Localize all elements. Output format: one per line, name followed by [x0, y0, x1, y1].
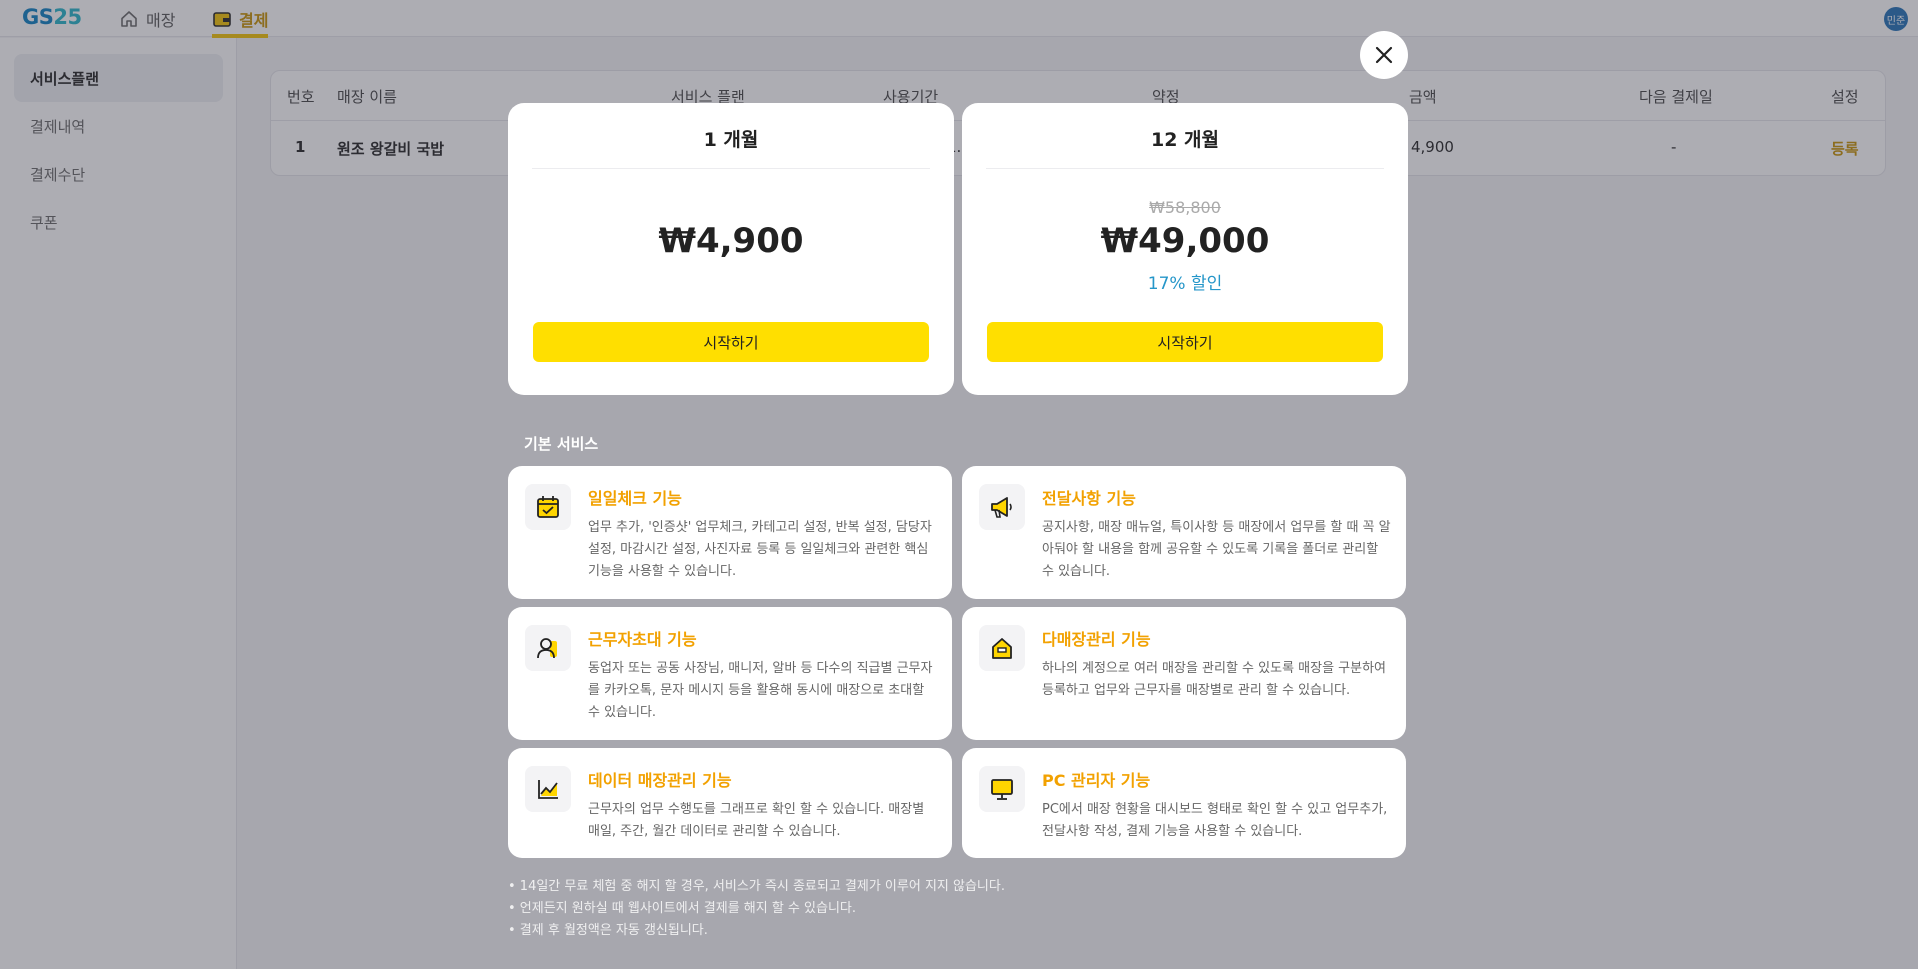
store-icon — [992, 638, 1012, 659]
feature-description: 업무 추가, '인증샷' 업무체크, 카테고리 설정, 반복 설정, 담당자 설… — [588, 520, 932, 579]
person-invite-icon — [537, 638, 557, 659]
feature-card-pc-admin: PC 관리자 기능 PC에서 매장 현황을 대시보드 형태로 확인 할 수 있고… — [962, 748, 1406, 858]
feature-description: 동업자 또는 공동 사장님, 매니저, 알바 등 다수의 직급별 근무자를 카카… — [588, 661, 933, 720]
plan-title: 12 개월 — [986, 121, 1384, 169]
feature-description: 근무자의 업무 수행도를 그래프로 확인 할 수 있습니다. 매장별 매일, 주… — [588, 802, 925, 839]
feature-description: 공지사항, 매장 매뉴얼, 특이사항 등 매장에서 업무를 할 때 꼭 알아둬야… — [1042, 520, 1391, 579]
feature-title: 다매장관리 기능 — [1042, 630, 1151, 649]
plan-card-1-month: 1 개월 ₩4,900 시작하기 — [508, 103, 954, 395]
payment-notes: • 14일간 무료 체험 중 해지 할 경우, 서비스가 즉시 종료되고 결제가… — [508, 876, 1005, 942]
modal-overlay[interactable] — [0, 0, 1918, 969]
basic-services-title: 기본 서비스 — [524, 435, 599, 453]
feature-card-worker-invite: 근무자초대 기능 동업자 또는 공동 사장님, 매니저, 알바 등 다수의 직급… — [508, 607, 952, 740]
calendar-check-icon — [537, 496, 559, 518]
note-line: • 결제 후 월정액은 자동 갱신됩니다. — [508, 923, 708, 938]
feature-title: 일일체크 기능 — [588, 489, 682, 508]
feature-title: 데이터 매장관리 기능 — [588, 771, 732, 790]
feature-description: 하나의 계정으로 여러 매장을 관리할 수 있도록 매장을 구분하여 등록하고 … — [1042, 661, 1387, 698]
feature-title: 근무자초대 기능 — [588, 630, 697, 649]
feature-card-multi-store: 다매장관리 기능 하나의 계정으로 여러 매장을 관리할 수 있도록 매장을 구… — [962, 607, 1406, 740]
plan-price: ₩4,900 — [658, 221, 804, 261]
start-button-1-month[interactable]: 시작하기 — [533, 322, 929, 362]
feature-card-daily-check: 일일체크 기능 업무 추가, '인증샷' 업무체크, 카테고리 설정, 반복 설… — [508, 466, 952, 599]
feature-card-notice: 전달사항 기능 공지사항, 매장 매뉴얼, 특이사항 등 매장에서 업무를 할 … — [962, 466, 1406, 599]
note-line: • 언제든지 원하실 때 웹사이트에서 결제를 해지 할 수 있습니다. — [508, 901, 856, 916]
plan-card-12-month: 12 개월 ₩58,800 ₩49,000 17% 할인 시작하기 — [962, 103, 1408, 395]
plan-price: ₩49,000 — [1100, 221, 1270, 261]
feature-description: PC에서 매장 현황을 대시보드 형태로 확인 할 수 있고 업무추가, 전달사… — [1042, 802, 1388, 839]
plan-discount-badge: 17% 할인 — [1147, 274, 1223, 294]
feature-card-data-management: 데이터 매장관리 기능 근무자의 업무 수행도를 그래프로 확인 할 수 있습니… — [508, 748, 952, 858]
close-icon — [1375, 46, 1393, 64]
monitor-icon — [991, 779, 1013, 800]
close-button[interactable] — [1360, 31, 1408, 79]
plan-title: 1 개월 — [532, 121, 930, 169]
feature-title: 전달사항 기능 — [1042, 489, 1136, 508]
plan-original-price: ₩58,800 — [1149, 198, 1221, 217]
note-line: • 14일간 무료 체험 중 해지 할 경우, 서비스가 즉시 종료되고 결제가… — [508, 879, 1005, 894]
start-button-12-month[interactable]: 시작하기 — [987, 322, 1383, 362]
chart-icon — [538, 780, 558, 799]
feature-title: PC 관리자 기능 — [1042, 771, 1151, 790]
megaphone-icon — [991, 497, 1012, 518]
